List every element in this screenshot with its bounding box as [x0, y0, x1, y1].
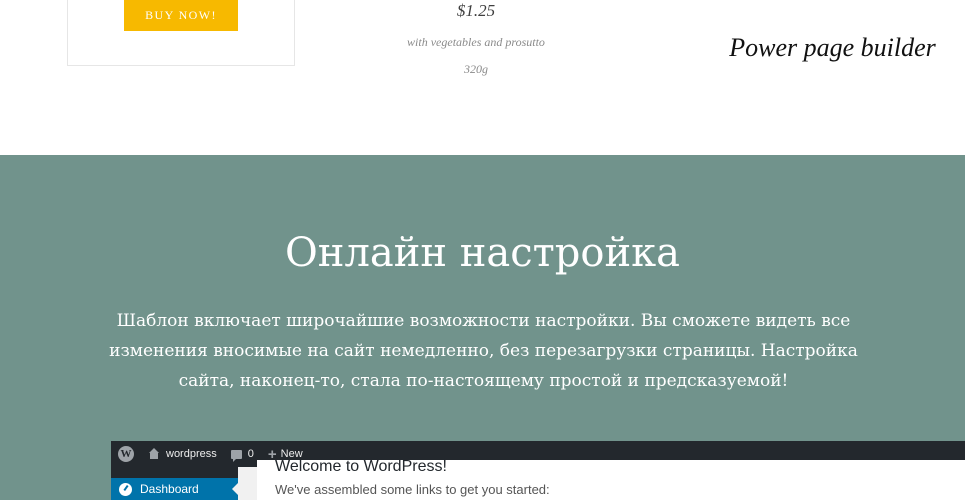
comment-icon: [230, 449, 242, 462]
section-description: Шаблон включает широчайшие возможности н…: [109, 311, 858, 391]
comments-count: 0: [247, 448, 254, 460]
dashboard-icon: [119, 482, 132, 496]
admin-sidebar: Dashboard: [111, 467, 238, 500]
site-name: wordpress: [166, 448, 217, 460]
buy-now-button[interactable]: BUY NOW!: [124, 0, 238, 31]
sidebar-item-label: Dashboard: [140, 482, 199, 496]
home-icon: [148, 448, 160, 460]
product-card: BUY NOW!: [67, 0, 295, 66]
welcome-title: Welcome to WordPress!: [275, 458, 447, 475]
product-section: BUY NOW! $1.25 with vegetables and prosu…: [0, 0, 965, 155]
wordpress-menu[interactable]: W: [111, 441, 141, 467]
wordpress-logo-icon: W: [118, 446, 134, 462]
section-title: Онлайн настройка: [285, 230, 680, 276]
wordpress-admin-screenshot: W wordpress 0 + New Dashboard Welcome to…: [111, 441, 965, 500]
welcome-subtitle: We've assembled some links to get you st…: [275, 482, 550, 497]
product-weight: 320g: [464, 62, 488, 76]
online-customization-section: Онлайн настройка Шаблон включает широчай…: [0, 155, 965, 500]
welcome-panel: Welcome to WordPress! We've assembled so…: [257, 458, 965, 500]
site-name-link[interactable]: wordpress: [141, 441, 224, 467]
comments-link[interactable]: 0: [224, 441, 261, 467]
sidebar-item-dashboard[interactable]: Dashboard: [111, 478, 238, 500]
product-description: with vegetables and prosutto: [407, 35, 545, 49]
product-price: $1.25: [456, 1, 496, 20]
feature-caption: Power page builder: [729, 33, 936, 62]
